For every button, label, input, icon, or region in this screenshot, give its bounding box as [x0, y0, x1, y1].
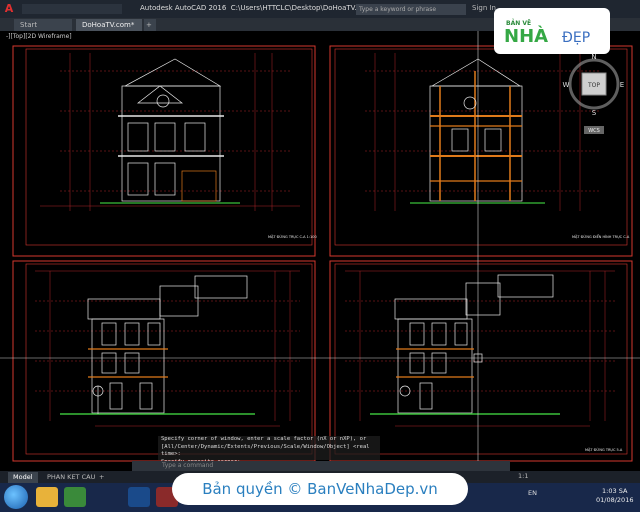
system-clock[interactable]: 1:03 SA 01/08/2016 — [596, 487, 633, 505]
sign-in-link[interactable]: Sign In — [472, 4, 496, 12]
drawing-canvas[interactable]: MẶT ĐỨNG TRỤC C-A 1:100 MẶT ĐỨNG ĐIỂN HÌ… — [0, 31, 640, 471]
file-explorer-icon[interactable] — [36, 487, 58, 507]
language-indicator[interactable]: EN — [528, 489, 537, 497]
command-history: Specify corner of window, enter a scale … — [158, 436, 380, 465]
viewcube-widget[interactable]: TOP N S W E WCS — [558, 50, 630, 144]
tab-model[interactable]: Model — [8, 472, 38, 483]
dimension-lines-top-left — [40, 53, 300, 211]
command-history-line: Specify corner of window, enter a scale … — [161, 436, 367, 442]
add-layout-button[interactable]: + — [94, 472, 109, 483]
chrome-icon[interactable] — [64, 487, 86, 507]
start-button[interactable] — [4, 485, 28, 509]
crosshair-cursor — [0, 31, 640, 471]
window-title: Autodesk AutoCAD 2016 C:\Users\HTTCLC\De… — [140, 4, 389, 12]
drawing-title-4: MẶT ĐỨNG TRỤC 5-A — [585, 447, 623, 452]
tab-document[interactable]: DoHoaTV.com* — [76, 19, 142, 31]
dimension-lines-bottom-right — [345, 270, 615, 427]
new-tab-button[interactable]: + — [144, 19, 156, 31]
building-structural-elevation — [410, 58, 545, 204]
site-logo: BẢN VẼ NHÀ ĐẸP — [494, 8, 610, 54]
compass-south[interactable]: S — [592, 109, 597, 117]
drawing-title-1: MẶT ĐỨNG TRỤC C-A 1:100 — [268, 234, 317, 239]
compass-west[interactable]: W — [563, 81, 570, 89]
wcs-label: WCS — [588, 128, 600, 134]
command-line-input[interactable]: Type a command — [132, 461, 510, 471]
photoshop-icon[interactable] — [128, 487, 150, 507]
building-side-elevation-right — [370, 274, 560, 415]
compass-east[interactable]: E — [620, 81, 624, 89]
drawing-title-2: MẶT ĐỨNG ĐIỂN HÌNH TRỤC C-A — [572, 234, 630, 239]
command-history-line: [All/Center/Dynamic/Extents/Previous/Sca… — [161, 443, 370, 458]
viewport-label[interactable]: -][Top][2D Wireframe] — [6, 33, 72, 40]
viewcube-face-label: TOP — [587, 82, 600, 89]
annotation-scale[interactable]: 1:1 — [518, 472, 528, 480]
autocad-logo-icon[interactable]: A — [2, 2, 16, 16]
clock-date: 01/08/2016 — [596, 496, 634, 504]
quick-access-toolbar[interactable] — [22, 4, 122, 14]
clock-time: 1:03 SA — [602, 487, 628, 495]
search-input[interactable]: Type a keyword or phrase — [356, 4, 466, 15]
svg-text:MẶT ĐỨNG TRỤC 5-A: MẶT ĐỨNG TRỤC 5-A — [585, 447, 623, 452]
app-title: Autodesk AutoCAD 2016 — [140, 4, 227, 12]
copyright-watermark: Bản quyền © BanVeNhaDep.vn — [172, 473, 468, 505]
logo-sub-text: ĐẸP — [562, 30, 591, 46]
building-side-elevation-left — [60, 275, 255, 415]
tab-start[interactable]: Start — [14, 19, 72, 31]
logo-main-text: NHÀ — [504, 26, 549, 47]
svg-text:MẶT ĐỨNG TRỤC C-A 1:100: MẶT ĐỨNG TRỤC C-A 1:100 — [268, 234, 317, 239]
compass-north[interactable]: N — [591, 53, 596, 61]
svg-text:MẶT ĐỨNG ĐIỂN HÌNH TRỤC C-A: MẶT ĐỨNG ĐIỂN HÌNH TRỤC C-A — [572, 234, 630, 239]
tab-phan-ket-cau[interactable]: PHAN KET CAU — [42, 472, 100, 483]
building-elevation-front — [100, 58, 240, 204]
